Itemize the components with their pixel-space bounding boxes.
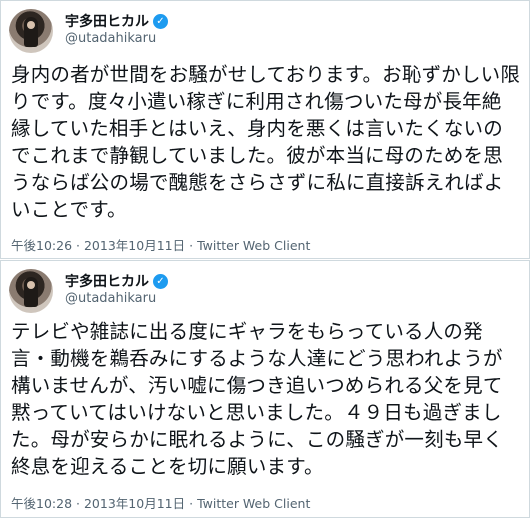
meta-separator: ·	[189, 496, 194, 511]
avatar-face	[27, 21, 35, 29]
author-row: 宇多田ヒカル ✓	[65, 11, 168, 31]
meta-separator: ·	[189, 238, 194, 253]
author-row: 宇多田ヒカル ✓	[65, 271, 168, 291]
verified-badge-icon: ✓	[153, 273, 168, 289]
tweet-text: テレビや雑誌に出る度にギャラをもらっている人の発言・動機を鵜呑みにするような人達…	[11, 320, 503, 478]
tweet-meta: 午後10:28 · 2013年10月11日 · Twitter Web Clie…	[11, 493, 310, 512]
tweet-card[interactable]: 宇多田ヒカル ✓ @utadahikaru 身内の者が世間をお騒がせしております…	[0, 0, 530, 259]
tweet-time[interactable]: 午後10:28	[11, 496, 72, 511]
tweet-meta: 午後10:26 · 2013年10月11日 · Twitter Web Clie…	[11, 235, 310, 254]
handle[interactable]: @utadahikaru	[65, 31, 156, 46]
meta-separator: ·	[76, 496, 80, 511]
avatar[interactable]	[9, 269, 53, 313]
handle[interactable]: @utadahikaru	[65, 291, 156, 306]
tweet-client[interactable]: Twitter Web Client	[197, 238, 310, 253]
verified-badge-icon: ✓	[153, 13, 168, 29]
tweet-time[interactable]: 午後10:26	[11, 238, 72, 253]
tweet-date[interactable]: 2013年10月11日	[84, 496, 185, 511]
tweet-card[interactable]: 宇多田ヒカル ✓ @utadahikaru テレビや雑誌に出る度にギャラをもらっ…	[0, 260, 530, 518]
display-name[interactable]: 宇多田ヒカル	[65, 271, 149, 291]
display-name[interactable]: 宇多田ヒカル	[65, 11, 149, 31]
tweet-date[interactable]: 2013年10月11日	[84, 238, 185, 253]
meta-separator: ·	[76, 238, 80, 253]
avatar-face	[27, 281, 35, 289]
tweet-client[interactable]: Twitter Web Client	[197, 496, 310, 511]
avatar[interactable]	[9, 9, 53, 53]
tweet-text: 身内の者が世間をお騒がせしております。お恥ずかしい限りです。度々小遣い稼ぎに利用…	[11, 63, 521, 221]
